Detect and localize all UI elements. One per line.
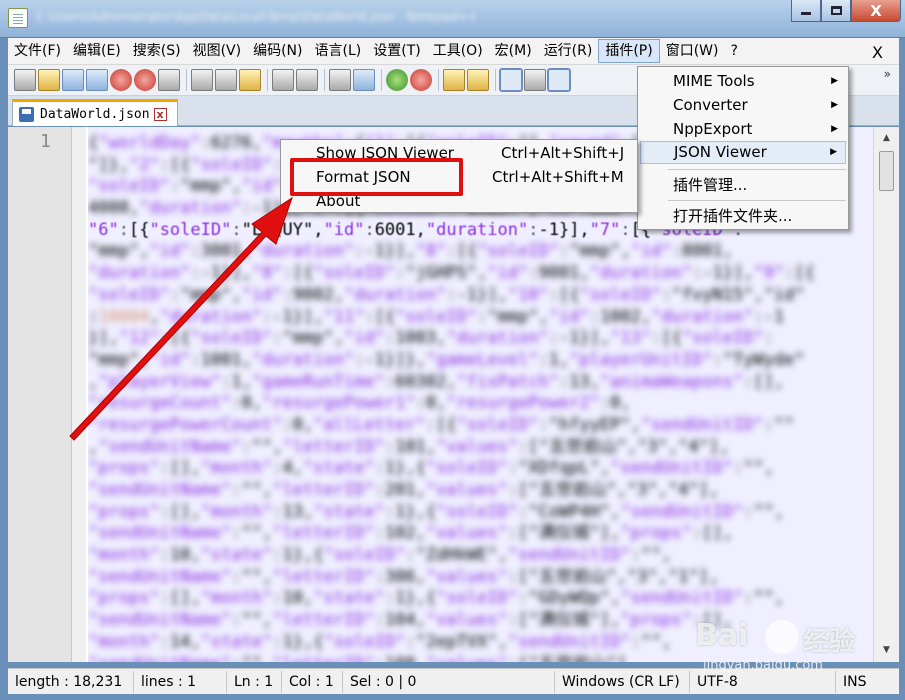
watermark-url: jingyan.baidu.com [703, 658, 823, 673]
watermark-text: Bai [695, 618, 749, 653]
watermark-text-2: 经验 [803, 627, 856, 657]
baidu-watermark: Bai 经验 jingyan.baidu.com [695, 618, 875, 674]
baidu-paw-icon [765, 620, 799, 654]
annotation-arrow-icon [69, 196, 293, 441]
